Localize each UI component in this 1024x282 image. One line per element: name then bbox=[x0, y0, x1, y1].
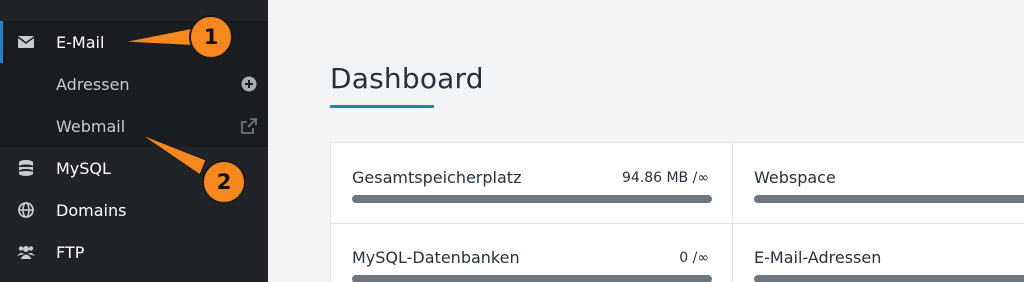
sidebar-item-label: Domains bbox=[56, 200, 127, 220]
title-underline bbox=[330, 105, 434, 108]
external-link-icon[interactable] bbox=[240, 117, 258, 135]
globe-icon bbox=[17, 201, 35, 219]
stat-value-mysql-datenbanken: 0 /∞ bbox=[679, 250, 709, 266]
active-indicator bbox=[0, 21, 3, 63]
usage-bar bbox=[352, 195, 712, 203]
sidebar-item-label: MySQL bbox=[56, 158, 111, 178]
sidebar-item-label: FTP bbox=[56, 242, 85, 262]
database-icon bbox=[17, 159, 35, 177]
annotation-badge-2: 2 bbox=[202, 160, 246, 204]
stat-label-webspace: Webspace bbox=[754, 168, 836, 187]
annotation-badge-1: 1 bbox=[189, 15, 233, 59]
stats-panel: Gesamtspeicherplatz 94.86 MB /∞ Webspace… bbox=[330, 142, 1024, 282]
envelope-icon bbox=[17, 33, 35, 51]
sidebar-item-label: Webmail bbox=[56, 116, 126, 136]
usage-bar bbox=[352, 275, 712, 282]
divider bbox=[732, 143, 733, 282]
stat-value-gesamtspeicherplatz: 94.86 MB /∞ bbox=[621, 170, 709, 186]
sidebar-subitem-webmail[interactable]: Webmail bbox=[0, 105, 268, 147]
page-title: Dashboard bbox=[330, 62, 484, 95]
sidebar-item-label: Adressen bbox=[56, 74, 130, 94]
sidebar-item-ftp[interactable]: FTP bbox=[0, 231, 268, 273]
stat-label-email-adressen: E-Mail-Adressen bbox=[754, 248, 882, 267]
users-icon bbox=[17, 243, 35, 261]
sidebar-item-label: E-Mail bbox=[56, 32, 105, 52]
stat-label-mysql-datenbanken: MySQL-Datenbanken bbox=[352, 248, 520, 267]
usage-bar bbox=[754, 195, 1024, 203]
main-content: Dashboard Gesamtspeicherplatz 94.86 MB /… bbox=[268, 0, 1024, 282]
divider bbox=[331, 223, 1024, 224]
stat-label-gesamtspeicherplatz: Gesamtspeicherplatz bbox=[352, 168, 522, 187]
usage-bar bbox=[754, 275, 1024, 282]
sidebar-subitem-adressen[interactable]: Adressen bbox=[0, 63, 268, 105]
plus-circle-icon[interactable] bbox=[240, 75, 258, 93]
